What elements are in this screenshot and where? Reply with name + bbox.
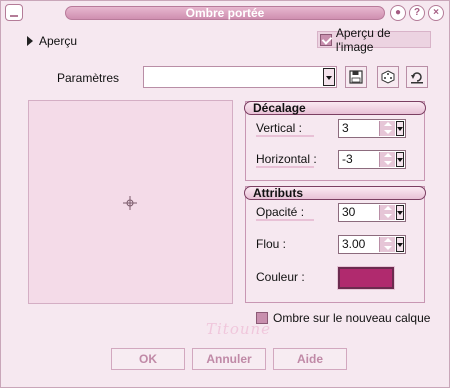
opacity-spinbox[interactable]: 30: [338, 203, 406, 222]
save-preset-button[interactable]: [345, 66, 367, 88]
watermark: Titoune: [206, 320, 272, 338]
attributes-header: Attributs: [244, 186, 426, 200]
preview-toggle[interactable]: Aperçu: [27, 34, 77, 48]
save-icon: [349, 70, 363, 84]
horizontal-value[interactable]: -3: [342, 152, 353, 166]
random-button[interactable]: [377, 66, 399, 88]
dialog-window: Ombre portée ● ? × Aperçu Aperçu de l'im…: [0, 0, 450, 388]
horizontal-underline: [256, 166, 314, 168]
title-bar: Ombre portée ● ? ×: [1, 1, 449, 25]
offset-header: Décalage: [244, 101, 426, 115]
blur-spinbox[interactable]: 3.00: [338, 235, 406, 254]
chevron-down-icon[interactable]: [396, 237, 404, 252]
opacity-label: Opacité :: [256, 205, 305, 219]
cancel-button[interactable]: Annuler: [192, 348, 266, 370]
opacity-underline: [256, 219, 314, 221]
chevron-down-icon[interactable]: [323, 68, 335, 86]
vertical-spinbox[interactable]: 3: [338, 119, 406, 138]
close-icon[interactable]: ×: [428, 5, 444, 21]
preview-pane[interactable]: [28, 100, 233, 304]
new-layer-checkbox[interactable]: Ombre sur le nouveau calque: [256, 311, 430, 325]
spin-arrows-icon[interactable]: [379, 121, 395, 136]
color-label: Couleur :: [256, 270, 305, 284]
checkbox-icon: [320, 33, 332, 46]
image-preview-checkbox[interactable]: Aperçu de l'image: [317, 26, 431, 54]
preview-toggle-label: Aperçu: [39, 34, 78, 48]
spin-arrows-icon[interactable]: [379, 152, 395, 167]
crosshair-icon[interactable]: [123, 196, 137, 210]
spin-arrows-icon[interactable]: [379, 205, 395, 220]
attributes-group: Attributs Opacité : 30 Flou : 3.00 Coule…: [244, 186, 426, 303]
rollup-icon[interactable]: ●: [390, 5, 406, 21]
horizontal-label: Horizontal :: [256, 152, 317, 166]
opacity-value[interactable]: 30: [342, 205, 355, 219]
parameters-label: Paramètres: [57, 71, 120, 85]
dice-icon: [381, 70, 395, 84]
parameters-select[interactable]: [143, 66, 337, 88]
system-menu-icon[interactable]: [5, 4, 23, 21]
chevron-down-icon[interactable]: [396, 205, 404, 220]
vertical-value[interactable]: 3: [342, 121, 349, 135]
vertical-label: Vertical :: [256, 121, 303, 135]
shadow-color-swatch[interactable]: [337, 266, 395, 290]
horizontal-spinbox[interactable]: -3: [338, 150, 406, 169]
vertical-underline: [256, 135, 314, 137]
reset-button[interactable]: [406, 66, 428, 88]
chevron-down-icon[interactable]: [396, 152, 404, 167]
reset-icon: [411, 72, 423, 84]
help-icon[interactable]: ?: [409, 5, 425, 21]
new-layer-label: Ombre sur le nouveau calque: [273, 311, 431, 325]
ok-button[interactable]: OK: [111, 348, 185, 370]
help-button[interactable]: Aide: [273, 348, 347, 370]
chevron-down-icon[interactable]: [396, 121, 404, 136]
offset-group: Décalage Vertical : 3 Horizontal : -3: [244, 101, 426, 181]
spin-arrows-icon[interactable]: [379, 237, 395, 252]
dialog-title: Ombre portée: [65, 6, 385, 20]
blur-value[interactable]: 3.00: [342, 237, 365, 251]
expand-arrow-icon: [27, 36, 33, 46]
image-preview-label: Aperçu de l'image: [335, 25, 391, 54]
blur-label: Flou :: [256, 237, 287, 251]
